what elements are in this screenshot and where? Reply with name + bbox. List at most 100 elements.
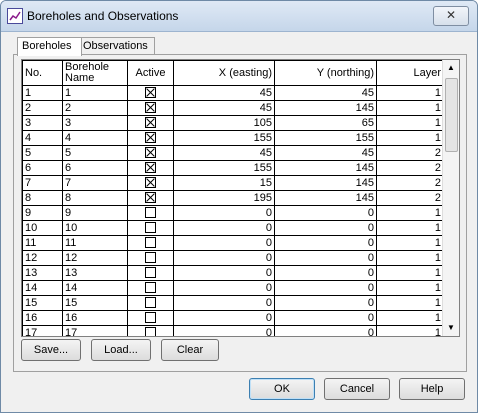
cell-y-northing[interactable]: 155 xyxy=(274,130,377,146)
cell-x-easting[interactable]: 105 xyxy=(173,115,275,131)
cell-y-northing[interactable]: 45 xyxy=(274,145,377,161)
cell-y-northing[interactable]: 0 xyxy=(274,295,377,311)
cell-x-easting[interactable]: 0 xyxy=(173,265,275,281)
cell-y-northing[interactable]: 0 xyxy=(274,235,377,251)
header-active[interactable]: Active xyxy=(127,60,174,86)
cell-layer[interactable]: 1 xyxy=(376,85,444,101)
cell-layer[interactable]: 1 xyxy=(376,250,444,266)
header-layer[interactable]: Layer xyxy=(376,60,444,86)
cell-no[interactable]: 11 xyxy=(22,235,63,251)
cell-no[interactable]: 7 xyxy=(22,175,63,191)
cell-borehole-name[interactable]: 14 xyxy=(62,280,128,296)
table-row[interactable]: 2 2 45 145 1 xyxy=(22,100,444,116)
table-row[interactable]: 11 11 0 0 1 xyxy=(22,235,444,251)
active-checkbox[interactable] xyxy=(145,327,156,336)
cell-active[interactable] xyxy=(127,130,174,146)
cell-y-northing[interactable]: 145 xyxy=(274,190,377,206)
table-row[interactable]: 99001 xyxy=(22,205,444,221)
table-row[interactable]: 5 5 45 45 2 xyxy=(22,145,444,161)
cell-active[interactable] xyxy=(127,190,174,206)
table-row[interactable]: 7 7 15 145 2 xyxy=(22,175,444,191)
cell-layer[interactable]: 1 xyxy=(376,325,444,336)
cell-y-northing[interactable]: 145 xyxy=(274,100,377,116)
cell-y-northing[interactable]: 0 xyxy=(274,220,377,236)
table-row[interactable]: 3 3 105 65 1 xyxy=(22,115,444,131)
cell-x-easting[interactable]: 0 xyxy=(173,250,275,266)
active-checkbox[interactable] xyxy=(145,297,156,309)
tab-observations[interactable]: Observations xyxy=(78,37,155,55)
cell-y-northing[interactable]: 0 xyxy=(274,205,377,221)
active-checkbox[interactable] xyxy=(145,102,156,114)
cell-no[interactable]: 1 xyxy=(22,85,63,101)
cell-layer[interactable]: 2 xyxy=(376,160,444,176)
tab-boreholes[interactable]: Boreholes xyxy=(17,37,82,56)
active-checkbox[interactable] xyxy=(145,117,156,129)
cell-borehole-name[interactable]: 5 xyxy=(62,145,128,161)
cell-borehole-name[interactable]: 3 xyxy=(62,115,128,131)
cell-layer[interactable]: 1 xyxy=(376,100,444,116)
active-checkbox[interactable] xyxy=(145,162,156,174)
cell-no[interactable]: 4 xyxy=(22,130,63,146)
table-row[interactable]: 13 13 0 0 1 xyxy=(22,265,444,281)
cell-borehole-name[interactable]: 17 xyxy=(62,325,128,336)
active-checkbox[interactable] xyxy=(145,147,156,159)
scroll-up-icon[interactable]: ▲ xyxy=(443,60,459,76)
header-borehole-name[interactable]: Borehole Name xyxy=(62,60,128,86)
cell-x-easting[interactable]: 0 xyxy=(173,325,275,336)
cell-y-northing[interactable]: 45 xyxy=(274,85,377,101)
cell-no[interactable]: 14 xyxy=(22,280,63,296)
cell-no[interactable]: 8 xyxy=(22,190,63,206)
cell-no[interactable]: 3 xyxy=(22,115,63,131)
cell-no[interactable]: 5 xyxy=(22,145,63,161)
cell-x-easting[interactable]: 45 xyxy=(173,100,275,116)
cell-y-northing[interactable]: 0 xyxy=(274,325,377,336)
cell-borehole-name[interactable]: 1 xyxy=(62,85,128,101)
cell-active[interactable] xyxy=(127,160,174,176)
active-checkbox[interactable] xyxy=(145,132,156,144)
cell-active[interactable] xyxy=(127,220,174,236)
ok-button[interactable]: OK xyxy=(249,378,315,400)
cell-y-northing[interactable]: 145 xyxy=(274,175,377,191)
cell-layer[interactable]: 1 xyxy=(376,115,444,131)
cell-borehole-name[interactable]: 9 xyxy=(62,205,128,221)
scroll-down-icon[interactable]: ▼ xyxy=(443,320,459,336)
cell-active[interactable] xyxy=(127,85,174,101)
cell-active[interactable] xyxy=(127,100,174,116)
cell-active[interactable] xyxy=(127,295,174,311)
cell-active[interactable] xyxy=(127,325,174,336)
cell-no[interactable]: 10 xyxy=(22,220,63,236)
cell-y-northing[interactable]: 0 xyxy=(274,265,377,281)
table-row[interactable]: 4 4 155 155 1 xyxy=(22,130,444,146)
cell-y-northing[interactable]: 0 xyxy=(274,250,377,266)
table-row[interactable]: 6 6 155 145 2 xyxy=(22,160,444,176)
header-x-easting[interactable]: X (easting) xyxy=(173,60,275,86)
cell-active[interactable] xyxy=(127,280,174,296)
cell-borehole-name[interactable]: 11 xyxy=(62,235,128,251)
cell-x-easting[interactable]: 15 xyxy=(173,175,275,191)
active-checkbox[interactable] xyxy=(145,312,156,324)
table-row[interactable]: 16 16 0 0 1 xyxy=(22,310,444,326)
cell-borehole-name[interactable]: 2 xyxy=(62,100,128,116)
table-row[interactable]: 12 12 0 0 1 xyxy=(22,250,444,266)
cell-no[interactable]: 9 xyxy=(22,205,63,221)
cell-x-easting[interactable]: 0 xyxy=(173,220,275,236)
cancel-button[interactable]: Cancel xyxy=(324,378,390,400)
active-checkbox[interactable] xyxy=(145,177,156,189)
cell-borehole-name[interactable]: 8 xyxy=(62,190,128,206)
cell-layer[interactable]: 1 xyxy=(376,205,444,221)
active-checkbox[interactable] xyxy=(145,192,156,204)
cell-layer[interactable]: 1 xyxy=(376,265,444,281)
cell-layer[interactable]: 1 xyxy=(376,280,444,296)
cell-layer[interactable]: 1 xyxy=(376,235,444,251)
help-button[interactable]: Help xyxy=(399,378,465,400)
active-checkbox[interactable] xyxy=(145,267,156,279)
cell-x-easting[interactable]: 0 xyxy=(173,295,275,311)
cell-borehole-name[interactable]: 13 xyxy=(62,265,128,281)
cell-x-easting[interactable]: 0 xyxy=(173,310,275,326)
cell-active[interactable] xyxy=(127,235,174,251)
cell-x-easting[interactable]: 0 xyxy=(173,235,275,251)
save-button[interactable]: Save... xyxy=(21,339,81,361)
cell-borehole-name[interactable]: 16 xyxy=(62,310,128,326)
cell-borehole-name[interactable]: 7 xyxy=(62,175,128,191)
cell-y-northing[interactable]: 0 xyxy=(274,280,377,296)
